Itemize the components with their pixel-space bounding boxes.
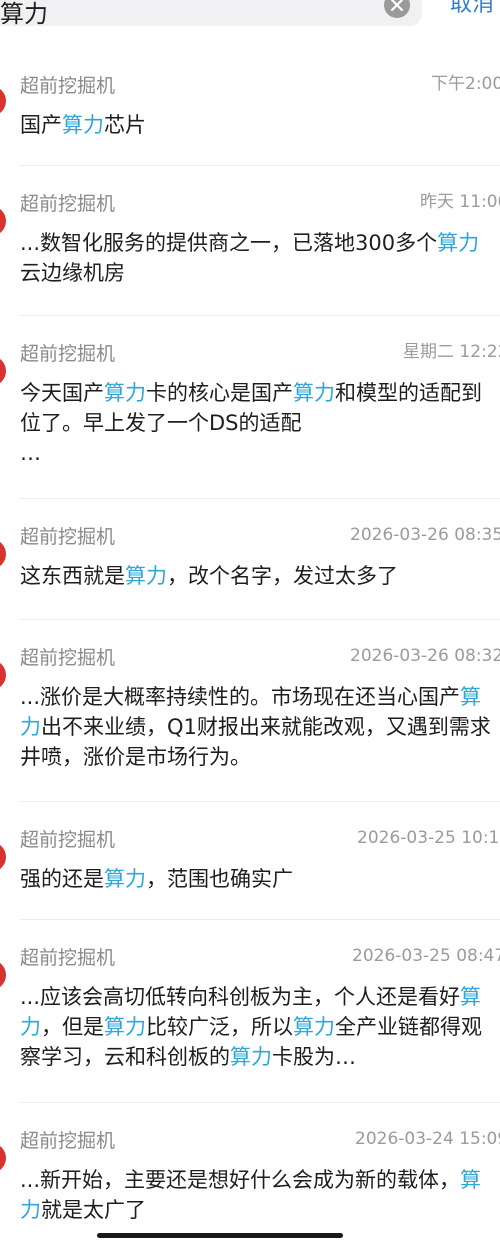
avatar (0, 86, 6, 116)
avatar (0, 539, 6, 569)
message-snippet: ...涨价是大概率持续性的。市场现在还当心国产算力出不来业绩，Q1财报出来就能改… (20, 682, 498, 772)
search-highlight: 算力 (293, 1015, 335, 1039)
snippet-text: ，改个名字，发过太多了 (167, 564, 398, 588)
snippet-text: ，但是 (41, 1015, 104, 1039)
snippet-text: ...数智化服务的提供商之一，已落地300多个 (20, 231, 438, 255)
message-time: 2026-03-25 10:19 (357, 828, 500, 848)
message-snippet: 今天国产算力卡的核心是国产算力和模型的适配到位了。早上发了一个DS的适配 … (20, 378, 498, 468)
message-snippet: 国产算力芯片 (20, 110, 498, 140)
sender-name: 超前挖掘机 (20, 75, 116, 97)
list-item[interactable]: 超前挖掘机 昨天 11:00 ...数智化服务的提供商之一，已落地300多个算力… (0, 166, 500, 316)
snippet-text: 今天国产 (20, 381, 104, 405)
sender-name: 超前挖掘机 (20, 947, 116, 969)
snippet-text: ，范围也确实广 (146, 867, 293, 891)
message-time: 2026-03-26 08:35 (350, 525, 500, 545)
list-item[interactable]: 超前挖掘机 下午2:00 国产算力芯片 (0, 48, 500, 166)
search-highlight: 算力 (104, 381, 146, 405)
search-highlight: 算力 (104, 1015, 146, 1039)
message-snippet: ...数智化服务的提供商之一，已落地300多个算力云边缘机房 (20, 228, 498, 288)
search-highlight: 算力 (437, 231, 480, 255)
message-time: 星期二 12:22 (403, 342, 500, 362)
snippet-text: 国产 (20, 113, 62, 137)
message-time: 2026-03-25 08:47 (352, 946, 500, 966)
list-item[interactable]: 超前挖掘机 2026-03-26 08:32 ...涨价是大概率持续性的。市场现… (0, 620, 500, 802)
avatar (0, 842, 6, 872)
avatar (0, 660, 6, 690)
snippet-text: 这东西就是 (20, 564, 125, 588)
search-highlight: 算力 (230, 1045, 272, 1069)
message-time: 下午2:00 (431, 74, 500, 94)
snippet-text: 卡股为… (272, 1045, 356, 1069)
snippet-text: 比较广泛，所以 (146, 1015, 293, 1039)
sender-name: 超前挖掘机 (20, 647, 116, 669)
snippet-text: 强的还是 (20, 867, 104, 891)
message-time: 2026-03-24 15:09 (355, 1129, 500, 1149)
message-time: 昨天 11:00 (420, 192, 500, 212)
close-icon (391, 0, 403, 11)
search-query[interactable]: 算力 (0, 0, 48, 28)
snippet-text: 卡的核心是国产 (146, 381, 293, 405)
search-highlight: 算力 (104, 867, 146, 891)
snippet-text: 云边缘机房 (20, 261, 125, 285)
search-bar: 算力 取消 (0, 0, 500, 48)
list-item[interactable]: 超前挖掘机 2026-03-25 10:19 强的还是算力，范围也确实广 (0, 802, 500, 920)
snippet-text: ...应该会高切低转向科创板为主，个人还是看好 (20, 985, 461, 1009)
avatar (0, 206, 6, 236)
search-highlight: 算力 (125, 564, 167, 588)
list-item[interactable]: 超前挖掘机 2026-03-26 08:35 这东西就是算力，改个名字，发过太多… (0, 499, 500, 620)
snippet-text: ...新开始，主要还是想好什么会成为新的载体， (20, 1168, 461, 1192)
message-snippet: ...应该会高切低转向科创板为主，个人还是看好算力，但是算力比较广泛，所以算力全… (20, 982, 498, 1072)
snippet-text: 芯片 (104, 113, 146, 137)
sender-name: 超前挖掘机 (20, 1130, 116, 1152)
message-snippet: ...新开始，主要还是想好什么会成为新的载体，算力就是太广了 (20, 1165, 498, 1225)
sender-name: 超前挖掘机 (20, 343, 116, 365)
search-highlight: 算力 (62, 113, 104, 137)
snippet-text: ...涨价是大概率持续性的。市场现在还当心国产 (20, 685, 461, 709)
avatar (0, 1143, 6, 1173)
sender-name: 超前挖掘机 (20, 193, 116, 215)
message-time: 2026-03-26 08:32 (350, 646, 500, 666)
message-snippet: 强的还是算力，范围也确实广 (20, 864, 498, 894)
message-snippet: 这东西就是算力，改个名字，发过太多了 (20, 561, 498, 591)
cancel-button[interactable]: 取消 (450, 0, 494, 20)
search-highlight: 算力 (293, 381, 335, 405)
sender-name: 超前挖掘机 (20, 829, 116, 851)
sender-name: 超前挖掘机 (20, 526, 116, 548)
list-item[interactable]: 超前挖掘机 2026-03-24 15:09 ...新开始，主要还是想好什么会成… (0, 1103, 500, 1249)
snippet-text: 出不来业绩，Q1财报出来就能改观，又遇到需求井喷，涨价是市场行为。 (20, 715, 491, 769)
snippet-text: 就是太广了 (41, 1198, 146, 1222)
avatar (0, 960, 6, 990)
home-indicator[interactable] (97, 1233, 343, 1238)
avatar (0, 356, 6, 386)
list-item[interactable]: 超前挖掘机 星期二 12:22 今天国产算力卡的核心是国产算力和模型的适配到位了… (0, 316, 500, 499)
search-input[interactable]: 算力 (0, 0, 422, 28)
list-item[interactable]: 超前挖掘机 2026-03-25 08:47 ...应该会高切低转向科创板为主，… (0, 920, 500, 1103)
